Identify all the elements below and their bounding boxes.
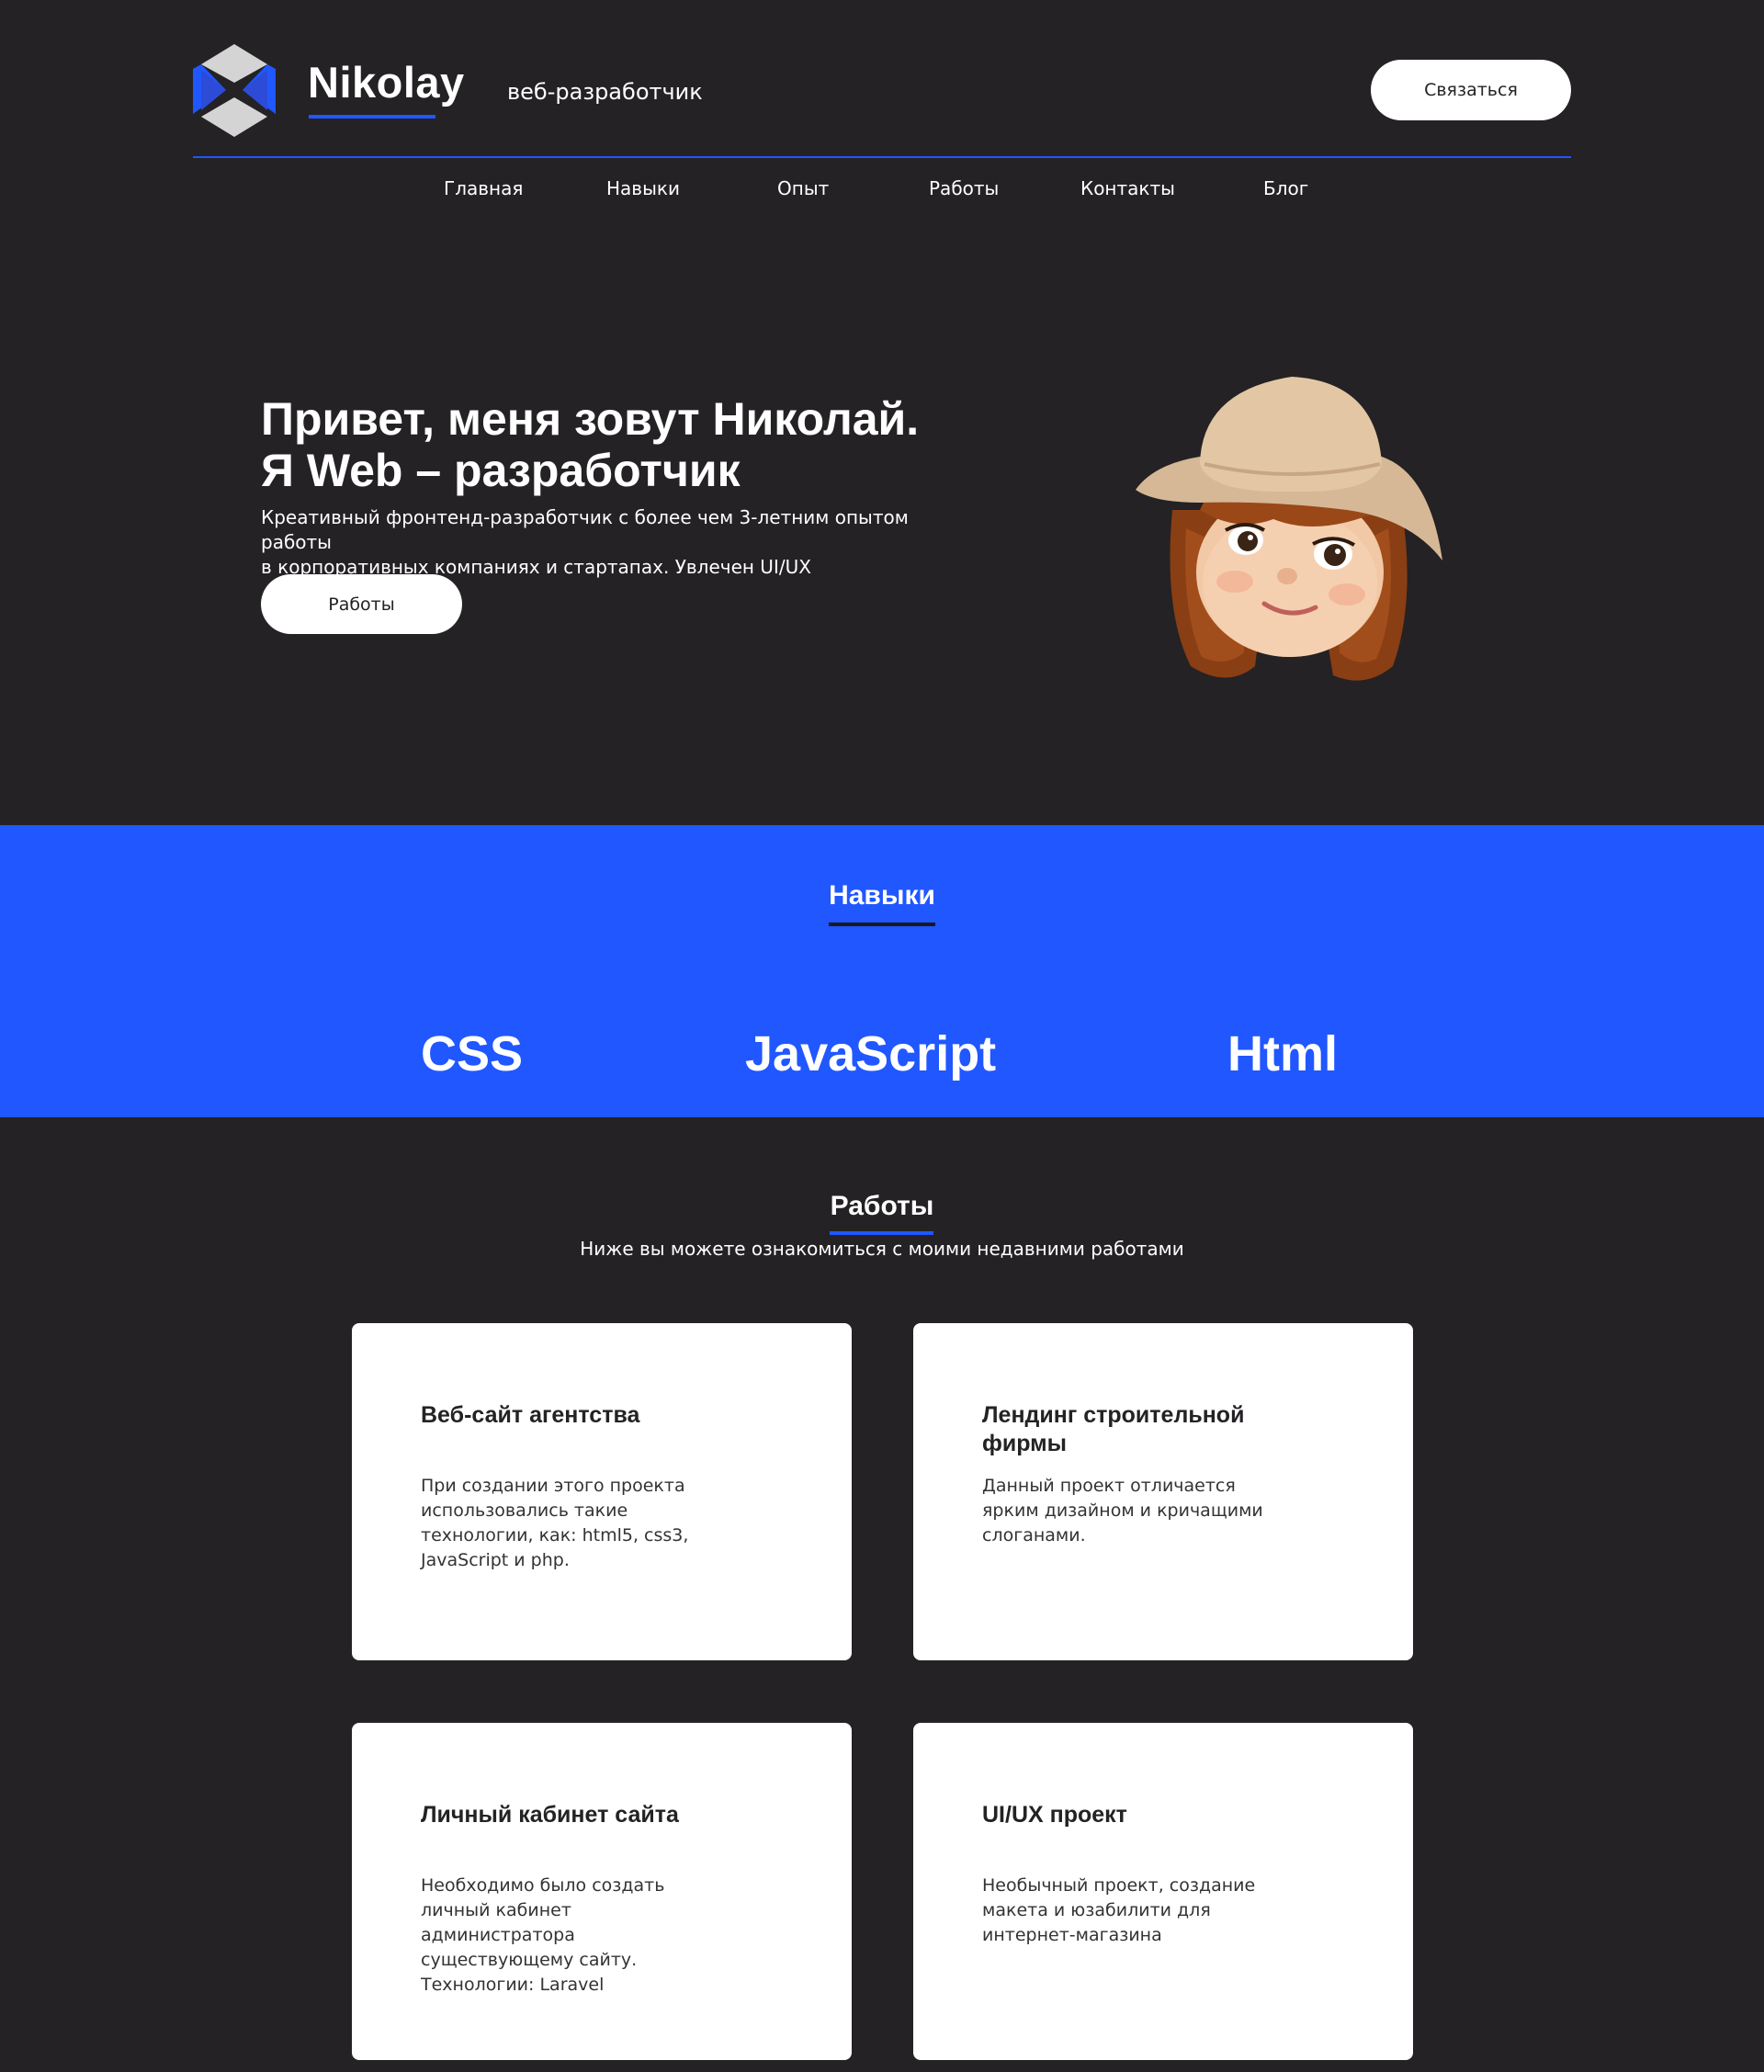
nav-item-contacts[interactable]: Контакты xyxy=(1080,177,1175,199)
works-button[interactable]: Работы xyxy=(261,574,462,634)
logo-name[interactable]: Nikolay xyxy=(308,61,465,104)
logo-underline xyxy=(309,115,435,119)
nav-item-blog[interactable]: Блог xyxy=(1263,177,1308,199)
hexagon-logo-icon[interactable] xyxy=(193,44,276,137)
skill-css: CSS xyxy=(421,1026,524,1081)
work-card-text: Необычный проект, создание макета и юзаб… xyxy=(982,1875,1256,1945)
hero-title-line1: Привет, меня зовут Николай. xyxy=(261,393,920,445)
work-card-title: Личный кабинет сайта xyxy=(421,1802,679,1828)
work-card-uiux[interactable]: UI/UX проект Необычный проект, создание … xyxy=(913,1723,1413,2060)
contact-button[interactable]: Связаться xyxy=(1371,60,1571,120)
work-card-title: Веб-сайт агентства xyxy=(421,1402,640,1428)
nav-item-works[interactable]: Работы xyxy=(929,177,999,199)
header-divider xyxy=(193,156,1571,158)
work-card-text: При создании этого проекта использовалис… xyxy=(421,1476,689,1570)
nav-item-experience[interactable]: Опыт xyxy=(777,177,829,199)
hero-description: Креативный фронтенд-разработчик с более … xyxy=(261,505,959,580)
works-subtitle: Ниже вы можете ознакомиться с моими неда… xyxy=(580,1238,1184,1260)
skills-title: Навыки xyxy=(829,880,935,911)
work-card-title: Лендинг строительной фирмы xyxy=(982,1402,1245,1456)
main-nav: Главная Навыки Опыт Работы Контакты Блог xyxy=(0,177,1764,205)
skills-underline xyxy=(829,923,935,926)
works-underline xyxy=(830,1231,933,1235)
nav-item-home[interactable]: Главная xyxy=(444,177,523,199)
skills-section: Навыки CSS JavaScript Html xyxy=(0,825,1764,1117)
hero-title-line2: Я Web – разработчик xyxy=(261,445,741,496)
site-header: Nikolay веб-разработчик Связаться xyxy=(193,0,1571,158)
work-card-agency[interactable]: Веб-сайт агентства При создании этого пр… xyxy=(352,1323,852,1660)
hero-title: Привет, меня зовут Николай. Я Web – разр… xyxy=(261,393,1051,496)
logo-tagline: веб-разработчик xyxy=(507,79,703,105)
memoji-avatar-icon xyxy=(1136,377,1442,681)
work-card-title: UI/UX проект xyxy=(982,1802,1127,1828)
nav-item-skills[interactable]: Навыки xyxy=(606,177,680,199)
hero-description-line1: Креативный фронтенд-разработчик с более … xyxy=(261,506,909,553)
work-card-text: Данный проект отличается ярким дизайном … xyxy=(982,1476,1263,1546)
skill-html: Html xyxy=(1227,1026,1338,1081)
work-card-cabinet[interactable]: Личный кабинет сайта Необходимо было соз… xyxy=(352,1723,852,2060)
work-card-construction[interactable]: Лендинг строительной фирмы Данный проект… xyxy=(913,1323,1413,1660)
works-title: Работы xyxy=(830,1191,934,1221)
skill-javascript: JavaScript xyxy=(745,1026,997,1081)
work-card-text: Необходимо было создать личный кабинет а… xyxy=(421,1875,665,1995)
